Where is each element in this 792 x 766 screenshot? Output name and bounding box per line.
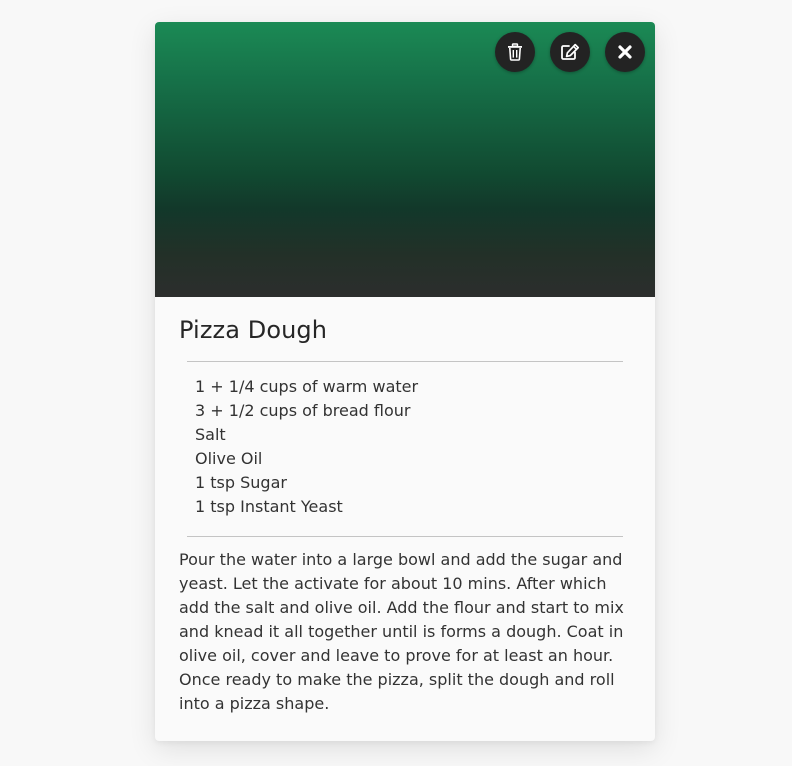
recipe-card: Pizza Dough 1 + 1/4 cups of warm water 3… — [155, 22, 655, 741]
trash-icon — [507, 43, 523, 61]
ingredient-item: 3 + 1/2 cups of bread flour — [195, 401, 411, 420]
close-icon — [618, 45, 632, 59]
ingredient-item: 1 tsp Sugar — [195, 473, 287, 492]
edit-button[interactable] — [550, 32, 590, 72]
close-button[interactable] — [605, 32, 645, 72]
divider — [187, 361, 623, 362]
recipe-title: Pizza Dough — [179, 316, 328, 344]
ingredient-item: Salt — [195, 425, 226, 444]
edit-icon — [560, 43, 580, 61]
ingredient-item: 1 tsp Instant Yeast — [195, 497, 343, 516]
ingredient-item: Olive Oil — [195, 449, 263, 468]
divider — [187, 536, 623, 537]
recipe-image — [155, 22, 655, 297]
delete-button[interactable] — [495, 32, 535, 72]
recipe-method: Pour the water into a large bowl and add… — [179, 550, 624, 713]
ingredient-list: 1 + 1/4 cups of warm water 3 + 1/2 cups … — [195, 375, 418, 519]
ingredient-item: 1 + 1/4 cups of warm water — [195, 377, 419, 396]
